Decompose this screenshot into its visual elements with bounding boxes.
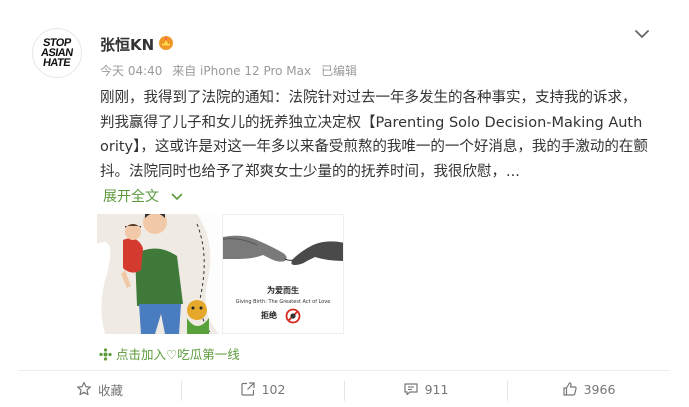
post-meta: 今天 04:40 来自 iPhone 12 Pro Max 已编辑 — [100, 62, 363, 79]
comment-count: 911 — [424, 381, 449, 397]
username[interactable]: 张恒KN — [100, 34, 154, 55]
expand-label: 展开全文 — [103, 189, 159, 205]
edited-label[interactable]: 已编辑 — [321, 64, 357, 78]
supertopic-link[interactable]: 点击加入♡吃瓜第一线 — [99, 344, 240, 363]
repost-count: 102 — [261, 381, 286, 397]
image-caption-sub: Giving Birth: The Greatest Act of Love — [235, 299, 331, 305]
star-icon — [76, 381, 91, 396]
like-button[interactable]: 3966 — [507, 371, 670, 407]
post-image-1[interactable] — [97, 214, 219, 334]
repost-button[interactable]: 102 — [181, 371, 344, 407]
post-source: 来自 iPhone 12 Pro Max — [172, 64, 312, 78]
repost-icon — [240, 382, 255, 396]
image-caption-no: 拒绝 — [261, 311, 277, 320]
favorite-label: 收藏 — [97, 382, 123, 398]
comment-icon — [403, 383, 418, 396]
parent-child-illustration — [97, 214, 219, 334]
post-time[interactable]: 今天 04:40 — [100, 64, 162, 78]
favorite-button[interactable]: 收藏 — [18, 371, 181, 407]
crown-badge-icon — [159, 36, 173, 50]
comment-button[interactable]: 911 — [344, 371, 507, 407]
action-bar: 收藏 102 911 3966 — [18, 371, 670, 407]
chevron-down-icon[interactable] — [632, 26, 652, 42]
thumbs-up-icon — [562, 382, 577, 396]
post-text: 刚刚，我得到了法院的通知：法院针对过去一年多发生的各种事实，支持我的诉求，判我赢… — [100, 90, 648, 180]
chevron-down-small-icon — [172, 193, 183, 201]
like-count: 3966 — [583, 381, 616, 397]
avatar[interactable]: STOP ASIAN HATE — [32, 28, 82, 78]
post-image-2[interactable]: 为爱而生 Giving Birth: The Greatest Act of L… — [222, 214, 344, 334]
expand-full-text-link[interactable]: 展开全文 — [103, 186, 183, 206]
reaching-hands-illustration — [223, 215, 343, 281]
prohibited-sign-icon — [285, 308, 301, 324]
avatar-text-line-3: HATE — [42, 57, 72, 69]
weibo-post: STOP ASIAN HATE 张恒KN 今天 04:40 来自 iPhone … — [0, 0, 689, 407]
image-caption-main: 为爱而生 — [267, 286, 299, 295]
sparkle-icon — [99, 348, 112, 361]
supertopic-label: 点击加入♡吃瓜第一线 — [116, 347, 240, 362]
